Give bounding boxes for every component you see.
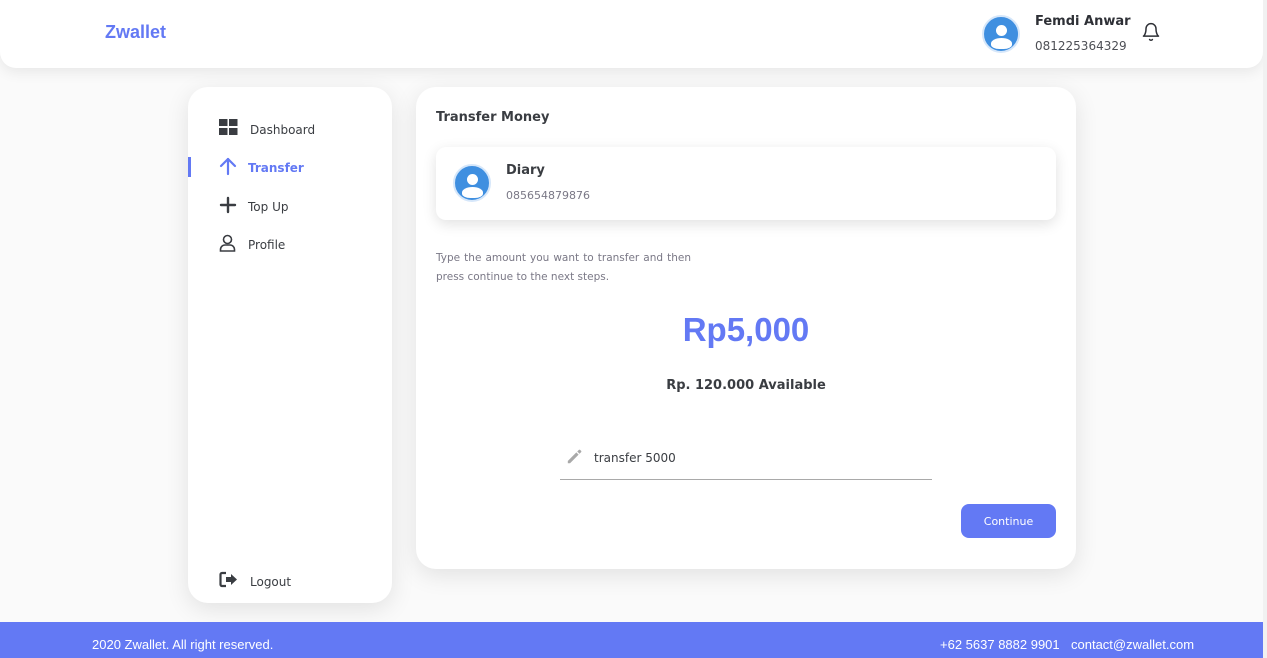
sidebar-item-label: Top Up bbox=[248, 200, 289, 214]
note-field[interactable] bbox=[560, 442, 932, 480]
sidebar: Dashboard Transfer Top Up Profile Logout bbox=[188, 87, 392, 603]
scrollbar[interactable] bbox=[1263, 0, 1267, 658]
logout-label: Logout bbox=[250, 575, 292, 589]
bell-icon[interactable] bbox=[1141, 22, 1161, 42]
plus-icon bbox=[219, 196, 237, 214]
sidebar-item-label: Transfer bbox=[248, 161, 304, 175]
footer: 2020 Zwallet. All right reserved. +62 56… bbox=[0, 622, 1263, 658]
arrow-up-icon bbox=[219, 157, 237, 176]
instructions-text: Type the amount you want to transfer and… bbox=[436, 252, 691, 283]
footer-email[interactable]: contact@zwallet.com bbox=[1071, 637, 1194, 652]
continue-button[interactable]: Continue bbox=[961, 504, 1056, 538]
grid-icon bbox=[219, 119, 238, 135]
sidebar-item-label: Profile bbox=[248, 238, 286, 252]
sidebar-item-label: Dashboard bbox=[250, 123, 316, 137]
sidebar-item-profile[interactable]: Profile bbox=[188, 234, 392, 258]
recipient-avatar-icon bbox=[453, 164, 491, 202]
footer-phone: +62 5637 8882 9901 bbox=[940, 637, 1060, 652]
brand-logo[interactable]: Zwallet bbox=[105, 22, 166, 43]
sidebar-item-dashboard[interactable]: Dashboard bbox=[188, 119, 392, 143]
footer-copyright: 2020 Zwallet. All right reserved. bbox=[92, 637, 274, 652]
recipient-card: Diary 085654879876 bbox=[436, 147, 1056, 220]
user-icon bbox=[219, 234, 236, 252]
page-title: Transfer Money bbox=[436, 110, 550, 125]
pencil-icon bbox=[567, 449, 582, 464]
recipient-phone: 085654879876 bbox=[506, 189, 590, 202]
top-navbar: Zwallet Femdi Anwar 081225364329 bbox=[0, 0, 1263, 68]
transfer-amount[interactable]: Rp5,000 bbox=[416, 311, 1076, 349]
note-input[interactable] bbox=[594, 446, 914, 470]
sidebar-item-top-up[interactable]: Top Up bbox=[188, 196, 392, 220]
transfer-card: Transfer Money Diary 085654879876 Type t… bbox=[416, 87, 1076, 569]
user-avatar-icon[interactable] bbox=[982, 15, 1020, 53]
user-phone: 081225364329 bbox=[1035, 39, 1127, 53]
sidebar-item-transfer[interactable]: Transfer bbox=[188, 157, 392, 181]
user-name: Femdi Anwar bbox=[1035, 14, 1131, 29]
logout-icon bbox=[219, 571, 237, 588]
recipient-name: Diary bbox=[506, 163, 545, 178]
logout-button[interactable]: Logout bbox=[188, 571, 392, 595]
available-balance: Rp. 120.000 Available bbox=[666, 378, 826, 393]
